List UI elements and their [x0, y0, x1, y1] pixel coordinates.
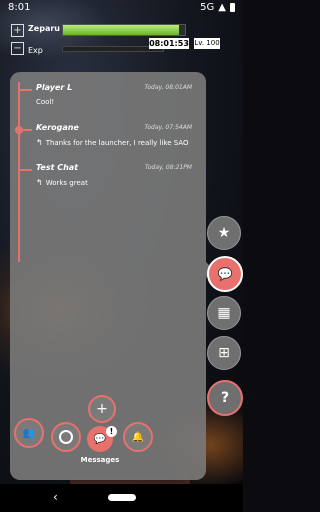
help-button[interactable]: ? [207, 380, 243, 416]
message-text: ↰ Thanks for the launcher, I really like … [36, 138, 196, 147]
circle-icon [59, 430, 73, 444]
star-icon: ★ [217, 225, 231, 241]
reply-icon: ↰ [36, 138, 43, 147]
question-icon: ? [220, 390, 230, 406]
message-text: ↰ Works great [36, 178, 196, 187]
message-timestamp: Today, 08:21PM [144, 164, 192, 171]
active-menu-label: Messages [80, 456, 120, 464]
status-bar: 8:01 5G ▲ [0, 0, 243, 16]
message-timeline [18, 82, 20, 262]
add-button[interactable]: + [88, 395, 116, 423]
message-text: Cool! [36, 98, 196, 106]
chat-icon: 💬 [217, 267, 233, 281]
navigation-bar: ‹ [0, 484, 243, 512]
minus-icon[interactable]: − [11, 42, 24, 55]
group-icon: 👥 [22, 427, 36, 439]
widgets-button[interactable]: ▦ [207, 296, 241, 330]
badge-text: ! [109, 427, 114, 436]
favorites-button[interactable]: ★ [207, 216, 241, 250]
level-badge: Lv. 100 [194, 38, 220, 49]
circle-button[interactable] [51, 422, 81, 452]
apps-grid-icon: ⊞ [218, 345, 230, 361]
message-sender: Player L [36, 83, 73, 92]
hud-clock: 08:01:53 [149, 38, 189, 49]
reply-icon: ↰ [36, 178, 43, 187]
message-body: Works great [45, 178, 88, 187]
notification-badge: ! [106, 426, 117, 437]
apps-button[interactable]: ⊞ [207, 336, 241, 370]
chat-icon: 💬 [93, 433, 107, 445]
bell-icon: 🔔 [131, 431, 145, 443]
home-pill[interactable] [108, 494, 136, 501]
exp-label: Exp [28, 46, 43, 55]
timeline-connector [20, 169, 32, 171]
battery-icon [230, 3, 235, 12]
status-icons: 5G ▲ [200, 2, 235, 13]
grid-icon: ▦ [217, 305, 231, 321]
player-hud: + − Zeparu Exp 08:01:53 Lv. 100 [6, 22, 220, 66]
notifications-button[interactable]: 🔔 [123, 422, 153, 452]
signal-icon: ▲ [218, 2, 226, 13]
message-sender: Kerogane [36, 123, 79, 132]
message-body: Thanks for the launcher, I really like S… [45, 138, 189, 147]
status-time: 8:01 [8, 2, 31, 13]
hp-bar [62, 24, 186, 36]
plus-icon[interactable]: + [11, 24, 24, 37]
message-timestamp: Today, 08:01AM [144, 84, 192, 91]
message-body: Cool! [36, 98, 55, 106]
plus-icon: + [96, 401, 108, 417]
back-icon[interactable]: ‹ [53, 490, 58, 504]
side-messages-button[interactable]: 💬 [207, 256, 243, 292]
timeline-connector [20, 129, 32, 131]
timeline-connector [20, 89, 32, 91]
network-label: 5G [200, 2, 215, 13]
hp-bar-fill [63, 25, 179, 35]
friends-button[interactable]: 👥 [14, 418, 44, 448]
message-sender: Test Chat [36, 163, 79, 172]
player-name: Zeparu [28, 24, 60, 33]
message-timestamp: Today, 07:54AM [144, 124, 192, 131]
